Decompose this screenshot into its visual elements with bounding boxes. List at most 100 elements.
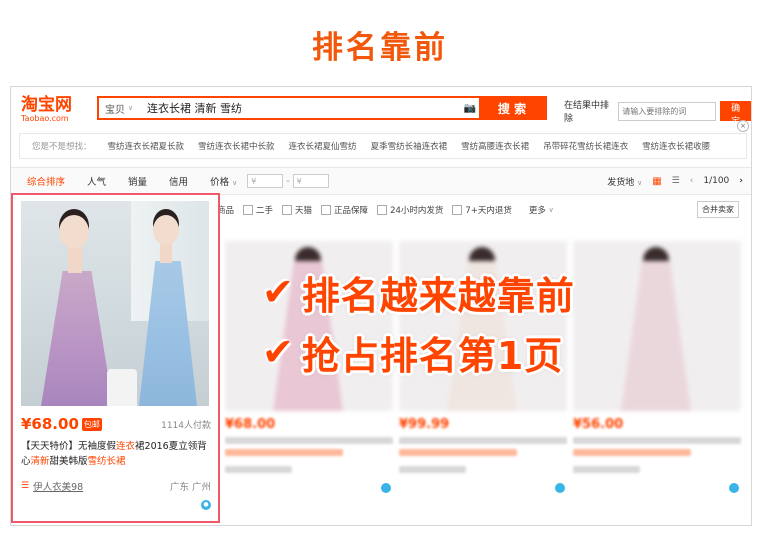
search-input[interactable] [145,98,461,118]
wangwang-chat-icon[interactable] [555,483,565,493]
suggestion-link[interactable]: 吊带碎花雪纺长裙连衣 [543,140,628,152]
taobao-logo[interactable]: 淘宝网 Taobao.com [21,96,83,124]
sort-tab-price[interactable]: 价格 ∨ [210,174,237,188]
logo-en: Taobao.com [21,114,69,123]
promo-line: ✔ 排名越来越靠前 [262,262,642,322]
product-photo[interactable] [21,201,209,406]
title-part: 甜美韩版 [49,456,88,467]
photo-model-head [59,215,89,249]
sort-bar: 综合排序 人气 销量 信用 价格 ∨ ¥ - ¥ 发货地 ∨ ▦ ☰ ‹ 1/1… [11,167,751,195]
photo-model-head [153,215,179,245]
sort-tab-credit[interactable]: 信用 [169,174,188,188]
close-icon[interactable]: × [737,120,749,132]
search-bar: 宝贝 ∨ 📷 搜 索 [97,96,547,120]
price-row: ¥68.00 包邮 1114人付款 [21,415,211,433]
promo-line-2: 抢占排名第1页 [301,333,564,378]
photo-stool [107,369,137,406]
exclude-input[interactable] [618,101,717,121]
camera-icon[interactable]: 📷 [461,103,479,114]
combine-sellers-button[interactable]: 合并卖家 [697,201,739,218]
page-headline: 排名靠前 [312,30,448,66]
blurred-info: ¥68.00 [225,417,393,473]
checkbox[interactable] [282,205,293,215]
title-highlight: 清新 [30,456,50,467]
filter-secondhand[interactable]: 二手 [243,204,273,216]
chevron-down-icon: ∨ [637,178,643,187]
filter-24h-ship[interactable]: 24小时内发货 [377,204,443,216]
next-page-icon[interactable]: › [739,176,743,186]
free-shipping-badge: 包邮 [81,417,102,431]
ship-from-select[interactable]: 发货地 ∨ [607,175,642,188]
blurred-price: ¥68.00 [225,417,276,432]
filter-tmall[interactable]: 天猫 [282,204,312,216]
filter-label: 天猫 [295,206,313,216]
price-max-input[interactable]: ¥ [292,174,329,188]
photo-model-dress [41,271,113,406]
checkbox[interactable] [377,205,388,215]
logo-cn: 淘宝网 [21,95,72,115]
suggestion-link[interactable]: 连衣长裙夏仙雪纺 [289,140,357,152]
filter-genuine[interactable]: 正品保障 [321,204,368,216]
ship-from-label: 发货地 [607,177,635,188]
suggestion-lead: 您是不是想找： [32,142,92,152]
title-part: 【天天特价】无袖度假 [21,441,117,452]
promo-line: ✔ 抢占排名第1页 [262,322,642,382]
wangwang-chat-icon[interactable] [729,483,739,493]
blurred-info: ¥56.00 [573,417,741,473]
chevron-down-icon: ∨ [548,206,554,214]
checkbox[interactable] [243,205,254,215]
title-highlight: 连衣 [116,441,136,452]
filter-label: 24小时内发货 [390,206,444,216]
suggestion-link[interactable]: 夏季雪纺长袖连衣裙 [371,140,448,152]
filter-row: 商品 二手 天猫 正品保障 24小时内发货 7+天内退货 更多 ∨ [217,201,747,219]
blurred-line [399,466,467,473]
filter-label: 二手 [256,206,274,216]
suggestion-link[interactable]: 雪纺连衣长裙夏长款 [108,140,185,152]
photo-model-neck [160,243,172,263]
photo-model-neck [68,247,82,273]
featured-product-card[interactable]: ¥68.00 包邮 1114人付款 【天天特价】无袖度假连衣裙2016夏立领背心… [11,193,220,523]
checkbox[interactable] [321,205,332,215]
shop-icon: ☰ [21,481,30,491]
prev-page-icon[interactable]: ‹ [690,176,694,186]
sort-tab-default[interactable]: 综合排序 [27,174,65,188]
blurred-line [225,437,393,444]
product-title-link[interactable]: 【天天特价】无袖度假连衣裙2016夏立领背心清新甜美韩版雪纺长裙 [21,439,213,469]
blurred-line [225,449,343,456]
exclude-box: 在结果中排除 确定 [564,98,751,127]
wangwang-chat-icon[interactable] [381,483,391,493]
blurred-price: ¥56.00 [573,417,624,432]
checkmark-icon: ✔ [262,330,294,374]
wangwang-chat-icon[interactable]: ● [201,500,211,510]
checkbox[interactable] [452,205,463,215]
shop-row: ☰ 伊人衣美98 广东 广州 [21,479,211,493]
promo-line-1: 排名越来越靠前 [301,273,575,318]
blurred-line [573,437,741,444]
sort-tab-price-label: 价格 [210,177,230,188]
filter-more[interactable]: 更多 ∨ [529,204,554,216]
price-range-dash: - [286,175,290,187]
filter-7day-return[interactable]: 7+天内退货 [452,204,512,216]
grid-view-icon[interactable]: ▦ [652,176,661,187]
search-button[interactable]: 搜 索 [479,97,545,119]
suggestion-link[interactable]: 雪纺连衣长裙中长款 [198,140,275,152]
promo-overlay: ✔ 排名越来越靠前 ✔ 抢占排名第1页 [262,262,642,382]
exclude-confirm-button[interactable]: 确定 [720,101,751,127]
list-view-icon[interactable]: ☰ [672,176,680,186]
blurred-line [225,466,293,473]
suggestion-link[interactable]: 雪纺连衣长裙收腰 [642,140,710,152]
sort-tab-sales[interactable]: 销量 [128,174,147,188]
title-highlight: 雪纺长裙 [87,456,126,467]
product-price: ¥68.00 [21,415,79,433]
blurred-info: ¥99.99 [399,417,567,473]
page-indicator: 1/100 [703,176,730,186]
sold-count: 1114人付款 [161,420,211,431]
exclude-label: 在结果中排除 [564,101,610,124]
checkmark-icon: ✔ [262,270,294,314]
sort-tab-popularity[interactable]: 人气 [87,174,106,188]
search-scope-select[interactable]: 宝贝 ∨ [99,101,145,116]
price-min-input[interactable]: ¥ [247,174,284,188]
shop-link[interactable]: 伊人衣美98 [33,479,83,493]
suggestion-link[interactable]: 雪纺高腰连衣长裙 [461,140,529,152]
shop-location: 广东 广州 [169,482,211,493]
